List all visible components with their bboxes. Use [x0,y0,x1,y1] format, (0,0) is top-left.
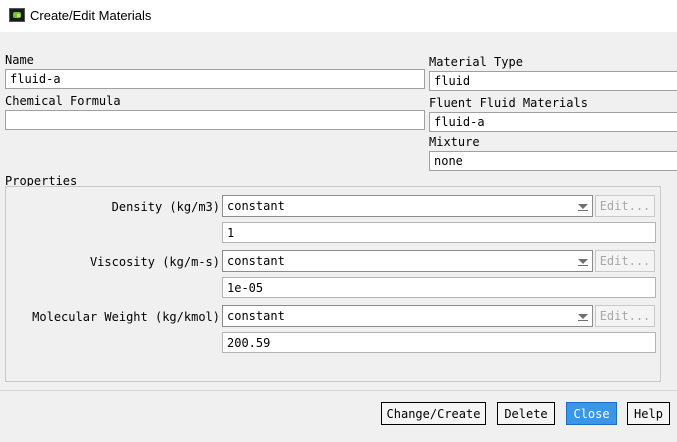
change-create-button[interactable]: Change/Create [381,402,486,425]
mixture-select[interactable]: none [429,151,677,171]
mixture-label: Mixture [429,135,480,149]
window-title: Create/Edit Materials [30,8,152,23]
density-method-value: constant [227,199,285,213]
chevron-down-icon [578,314,588,319]
density-value-input[interactable]: 1 [222,222,656,243]
properties-panel: Density (kg/m3) constant Edit... 1 Visco… [5,186,661,382]
fluent-fluid-materials-select[interactable]: fluid-a [429,112,677,132]
density-method-select[interactable]: constant [222,195,593,217]
name-input[interactable]: fluid-a [5,69,425,89]
name-label: Name [5,53,34,67]
material-type-label: Material Type [429,55,523,69]
molecular-weight-label: Molecular Weight (kg/kmol) [32,310,220,324]
footer-separator [0,390,677,391]
viscosity-value-input[interactable]: 1e-05 [222,277,656,298]
fluent-fluid-materials-label: Fluent Fluid Materials [429,96,588,110]
viscosity-edit-button[interactable]: Edit... [595,250,655,272]
delete-button[interactable]: Delete [497,402,555,425]
chemical-formula-input[interactable] [5,110,425,130]
title-bar: Create/Edit Materials [0,0,677,32]
close-button[interactable]: Close [566,402,617,425]
help-button[interactable]: Help [627,402,670,425]
chemical-formula-label: Chemical Formula [5,94,121,108]
molecular-weight-method-select[interactable]: constant [222,305,593,327]
molecular-weight-method-value: constant [227,309,285,323]
viscosity-method-value: constant [227,254,285,268]
fluent-app-icon [9,8,25,22]
viscosity-label: Viscosity (kg/m-s) [89,255,220,269]
molecular-weight-edit-button[interactable]: Edit... [595,305,655,327]
chevron-down-icon [578,204,588,209]
material-type-select[interactable]: fluid [429,71,677,91]
chevron-down-icon [578,259,588,264]
density-label: Density (kg/m3) [111,200,220,214]
density-edit-button[interactable]: Edit... [595,195,655,217]
viscosity-method-select[interactable]: constant [222,250,593,272]
molecular-weight-value-input[interactable]: 200.59 [222,332,656,353]
